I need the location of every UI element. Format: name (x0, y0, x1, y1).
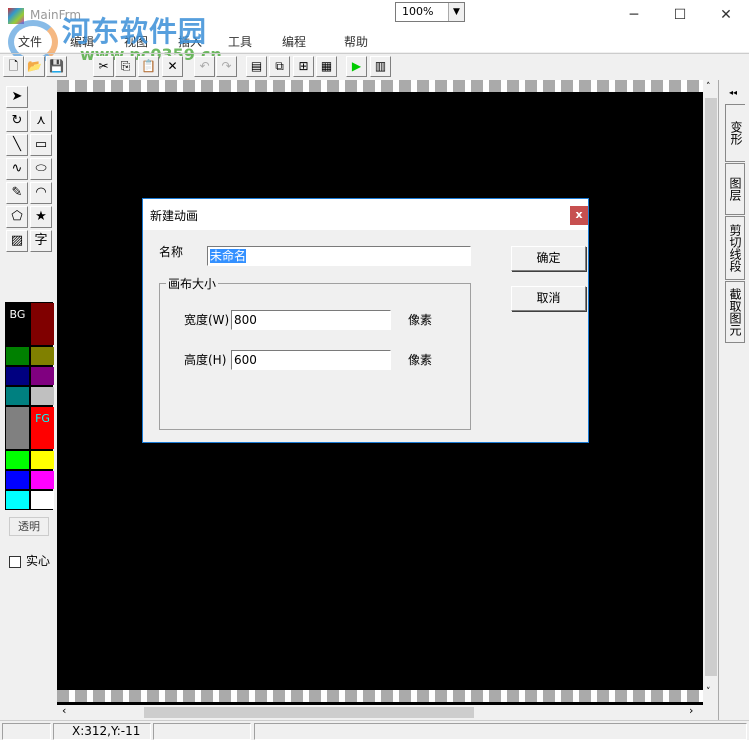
group-icon[interactable]: ⧉ (269, 56, 290, 77)
width-input[interactable]: 800 (231, 310, 391, 330)
scroll-right-icon[interactable]: › (689, 704, 693, 717)
dialog-title: 新建动画 (150, 209, 199, 223)
status-bar: X:312,Y:-11 (0, 720, 749, 740)
scroll-down-icon[interactable]: ˅ (706, 687, 711, 697)
status-coords: X:312,Y:-11 (53, 723, 151, 740)
color-swatch[interactable] (31, 367, 54, 385)
copy-icon[interactable]: ⎘ (115, 56, 136, 77)
zoom-value: 100% (402, 5, 434, 18)
horizontal-scroll-thumb[interactable] (144, 707, 474, 718)
color-swatch[interactable]: BG (6, 303, 29, 345)
dialog-close-button[interactable]: x (570, 206, 588, 225)
save-icon[interactable]: 💾 (46, 56, 67, 77)
color-swatch[interactable] (6, 347, 29, 365)
dialog-title-bar: 新建动画 x (143, 199, 588, 230)
height-label: 高度(H) (184, 353, 227, 367)
play-icon[interactable]: ▶ (346, 56, 367, 77)
vertical-scrollbar[interactable]: ˄ ˅ (703, 80, 718, 705)
color-swatch[interactable] (6, 491, 29, 509)
cancel-button[interactable]: 取消 (511, 286, 586, 311)
horizontal-scrollbar[interactable]: ‹ › (57, 704, 703, 719)
name-value: 未命名 (210, 249, 247, 263)
color-palette: BG FG (5, 302, 54, 510)
properties-icon[interactable]: ▤ (246, 56, 267, 77)
star-tool-icon[interactable]: ★ (30, 206, 52, 228)
height-unit: 像素 (408, 353, 433, 367)
undo-icon[interactable]: ↶ (194, 56, 215, 77)
color-swatch[interactable] (31, 491, 54, 509)
minimize-button[interactable]: ─ (611, 0, 657, 30)
group-title: 画布大小 (166, 275, 219, 292)
new-animation-dialog: 新建动画 x 名称 未命名 画布大小 宽度(W) 800 像素 高度(H) 60… (142, 198, 589, 443)
menu-tools[interactable]: 工具 (228, 33, 252, 50)
width-unit: 像素 (408, 313, 433, 327)
status-pane-1 (2, 723, 51, 740)
toolbar: 🗋 📂 💾 ✂ ⎘ 📋 ✕ ↶ ↷ ▤ ⧉ ⊞ ▦ ▶ ▥ (0, 53, 749, 78)
menu-help[interactable]: 帮助 (344, 33, 368, 50)
color-swatch[interactable] (31, 347, 54, 365)
line-tool-icon[interactable]: ╲ (6, 134, 28, 156)
new-icon[interactable]: 🗋 (3, 56, 24, 77)
canvas-size-group: 画布大小 宽度(W) 800 像素 高度(H) 600 像素 (159, 275, 471, 430)
color-swatch[interactable]: FG (31, 407, 54, 449)
solid-label: 实心 (26, 554, 51, 568)
checkbox-box[interactable] (9, 555, 21, 568)
width-label: 宽度(W) (184, 313, 230, 327)
right-panel: ◂◂ 变形 图层 剪切线段 截取图元 (718, 80, 749, 720)
color-swatch[interactable] (31, 471, 54, 489)
chevron-down-icon[interactable]: ▼ (448, 3, 464, 21)
color-swatch[interactable] (6, 451, 29, 469)
maximize-button[interactable]: ☐ (657, 0, 703, 30)
tab-layers[interactable]: 图层 (725, 163, 745, 215)
canvas-border-top (57, 80, 703, 92)
text-tool-icon[interactable]: 字 (30, 230, 52, 252)
delete-icon[interactable]: ✕ (162, 56, 183, 77)
ungroup-icon[interactable]: ⊞ (293, 56, 314, 77)
tab-transform[interactable]: 变形 (725, 104, 745, 162)
status-pane-3 (153, 723, 251, 740)
tab-capture-element[interactable]: 截取图元 (725, 281, 745, 343)
name-label: 名称 (159, 245, 184, 259)
pen-tool-icon[interactable]: ✎ (6, 182, 28, 204)
transparent-button[interactable]: 透明 (9, 517, 49, 536)
image-tool-icon[interactable]: ▨ (6, 230, 28, 252)
paste-icon[interactable]: 📋 (138, 56, 159, 77)
bezier-tool-icon[interactable]: ⋏ (30, 110, 52, 132)
tile-icon[interactable]: ▦ (316, 56, 337, 77)
tab-clip-segment[interactable]: 剪切线段 (725, 216, 745, 280)
redo-icon[interactable]: ↷ (216, 56, 237, 77)
polyline-tool-icon[interactable]: ∿ (6, 158, 28, 180)
timeline-icon[interactable]: ▥ (370, 56, 391, 77)
color-swatch[interactable] (6, 407, 29, 449)
cut-icon[interactable]: ✂ (93, 56, 114, 77)
scroll-up-icon[interactable]: ˄ (706, 82, 711, 92)
color-swatch[interactable] (31, 451, 54, 469)
color-swatch[interactable] (6, 387, 29, 405)
status-pane-4 (254, 723, 747, 740)
color-swatch[interactable] (31, 303, 54, 345)
watermark-text: 河东软件园 (62, 15, 208, 48)
canvas-border-bottom (57, 690, 703, 702)
scroll-left-icon[interactable]: ‹ (62, 704, 66, 717)
polygon-tool-icon[interactable]: ⬠ (6, 206, 28, 228)
open-icon[interactable]: 📂 (24, 56, 45, 77)
rectangle-tool-icon[interactable]: ▭ (30, 134, 52, 156)
close-button[interactable]: ✕ (703, 0, 749, 30)
ok-button[interactable]: 确定 (511, 246, 586, 271)
name-input[interactable]: 未命名 (207, 246, 471, 266)
solid-checkbox[interactable]: 实心 (9, 552, 50, 569)
menu-program[interactable]: 编程 (282, 33, 306, 50)
select-tool-icon[interactable]: ➤ (6, 86, 28, 108)
arc-tool-icon[interactable]: ◠ (30, 182, 52, 204)
rotate-tool-icon[interactable]: ↻ (6, 110, 28, 132)
vertical-scroll-thumb[interactable] (705, 98, 717, 676)
collapse-icon[interactable]: ◂◂ (729, 88, 737, 97)
color-swatch[interactable] (31, 387, 54, 405)
ellipse-tool-icon[interactable]: ⬭ (30, 158, 52, 180)
color-swatch[interactable] (6, 367, 29, 385)
zoom-select[interactable]: 100% ▼ (395, 2, 465, 22)
color-swatch[interactable] (6, 471, 29, 489)
height-input[interactable]: 600 (231, 350, 391, 370)
